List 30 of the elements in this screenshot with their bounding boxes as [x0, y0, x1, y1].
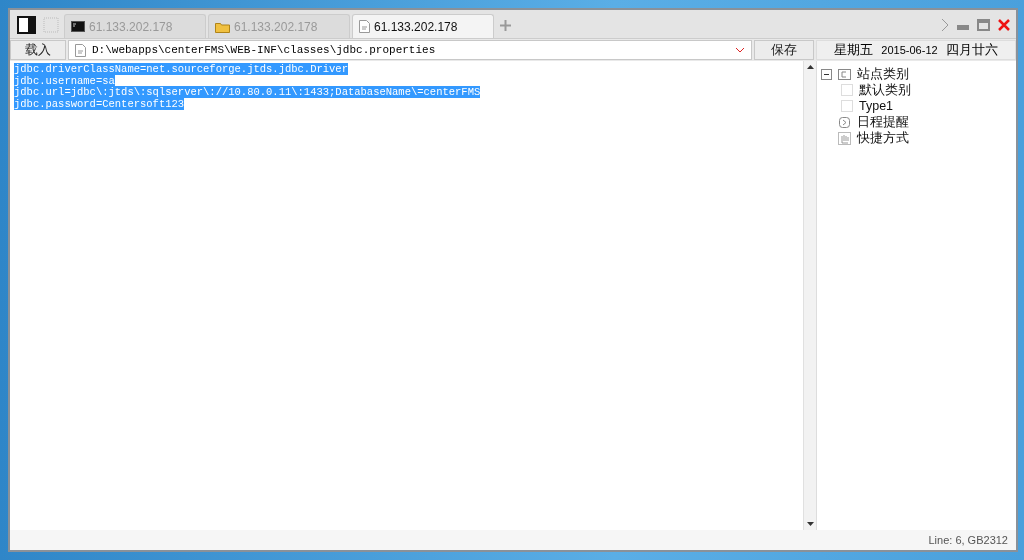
plus-icon[interactable] [500, 20, 511, 31]
folder-outline-icon [838, 68, 851, 80]
panel-toggle-icon[interactable] [16, 14, 38, 36]
tree-item[interactable]: 日程提醒 [857, 113, 909, 131]
minimize-icon[interactable] [957, 25, 969, 31]
tree-item[interactable]: 快捷方式 [857, 129, 909, 147]
maximize-icon[interactable] [977, 19, 990, 31]
chevron-down-icon[interactable] [735, 47, 745, 53]
scroll-down-icon[interactable] [806, 522, 814, 526]
tab[interactable]: 61.133.202.178 [352, 14, 494, 38]
lunar-date: 四月廿六 [945, 41, 998, 59]
date-text: 2015-06-12 [881, 44, 938, 56]
terminal-icon [71, 21, 85, 32]
collapse-icon[interactable] [821, 68, 832, 80]
dotted-square-icon [841, 100, 853, 112]
weekday: 星期五 [834, 41, 874, 59]
tree-item[interactable]: Type1 [859, 99, 894, 113]
path-field[interactable]: D:\webapps\centerFMS\WEB-INF\classes\jdbc.properties [68, 40, 752, 60]
dotted-square-icon [841, 84, 853, 96]
tree-item[interactable]: 站点类别 [857, 65, 909, 83]
scroll-up-icon[interactable] [806, 65, 814, 69]
load-button[interactable]: 载入 [10, 40, 66, 60]
save-button[interactable]: 保存 [754, 40, 814, 60]
chevron-right-icon[interactable] [941, 18, 949, 32]
file-icon [75, 43, 86, 57]
status-text: Line: 6, GB2312 [928, 534, 1008, 546]
close-icon[interactable] [998, 19, 1010, 31]
folder-icon [215, 20, 230, 33]
file-icon [359, 20, 370, 33]
tree-item[interactable]: 默认类别 [859, 81, 911, 99]
